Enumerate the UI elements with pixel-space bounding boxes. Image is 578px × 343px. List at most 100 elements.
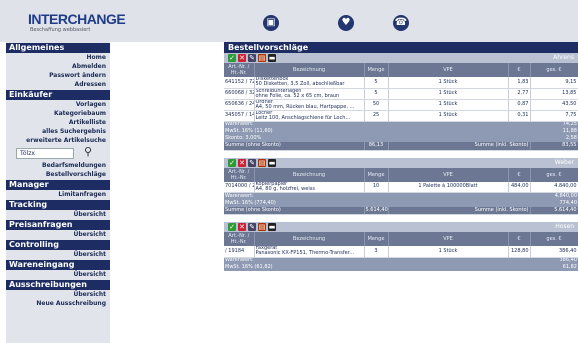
sidebar-section-title: Allgemeines: [6, 43, 110, 53]
page-title: Bestellvorschläge: [224, 42, 578, 53]
edit-icon[interactable]: ✎: [248, 158, 256, 167]
column-header[interactable]: €: [508, 167, 531, 182]
shopping-icon[interactable]: ▣: [263, 15, 279, 31]
delete-icon[interactable]: ✕: [238, 223, 246, 231]
quantity[interactable]: 5: [364, 77, 389, 89]
print-icon[interactable]: ▤: [258, 54, 266, 62]
sidebar-item[interactable]: Vorlagen: [6, 100, 110, 109]
logo[interactable]: INTERCHANGE Beschaffung webbasiert: [28, 11, 126, 40]
quantity[interactable]: 5: [364, 88, 389, 100]
delete-icon[interactable]: ✕: [238, 54, 246, 62]
column-header[interactable]: ges. €: [530, 63, 578, 77]
heart-icon[interactable]: ♥: [338, 15, 354, 31]
column-header[interactable]: Menge: [364, 63, 389, 77]
quantity[interactable]: 50: [364, 99, 389, 111]
accept-icon[interactable]: ✓: [228, 54, 236, 62]
table-row[interactable]: 7014000 / 2414KopierpapierA4, 80 g, holz…: [224, 181, 578, 193]
sidebar-item[interactable]: Bestellvorschläge: [6, 170, 110, 179]
total-value-2: 5.614,40: [530, 206, 578, 215]
column-header[interactable]: VPE: [388, 63, 509, 77]
sidebar-item[interactable]: Abmelden: [6, 62, 110, 71]
sidebar-item[interactable]: Passwort ändern: [6, 71, 110, 80]
sidebar-item[interactable]: Übersicht: [6, 270, 110, 279]
column-header[interactable]: Bezeichnung: [254, 232, 365, 246]
table-header-row: Art.-Nr. / Ht.-Nr. Bezeichnung Menge VPE € ge…: [224, 167, 578, 182]
search-icon[interactable]: ⚲: [84, 145, 92, 158]
table-row[interactable]: 660068 / 3278Schreibunterlagenohne Folie…: [224, 88, 578, 100]
delete-icon[interactable]: ✕: [238, 158, 246, 167]
sidebar-item[interactable]: Bedarfsmeldungen: [6, 161, 110, 170]
summary-value: 61,82: [530, 264, 578, 271]
column-header[interactable]: ges. €: [530, 232, 578, 246]
article-number: 345057 / 14675: [224, 110, 255, 122]
supplier-name: Hosen: [555, 223, 574, 230]
total-price: 386,40: [530, 246, 578, 258]
sidebar-item[interactable]: Übersicht: [6, 250, 110, 259]
phone-icon[interactable]: ☎: [393, 15, 409, 31]
print-icon[interactable]: ▤: [258, 223, 266, 231]
column-header[interactable]: Menge: [364, 232, 389, 246]
description-cell: Kopierpapier A4, 80 g, holzfrei, weiss: [254, 181, 365, 193]
sidebar-item[interactable]: Kategoriebaum: [6, 109, 110, 118]
logo-text: INTERCHANGE: [28, 11, 126, 27]
column-header[interactable]: Bezeichnung: [254, 63, 365, 77]
column-header[interactable]: VPE: [388, 232, 509, 246]
total-row: Summe (ohne Skonto) 5.614,40 Summe (inkl. …: [224, 206, 578, 215]
search-row: Tölzx ⚲: [6, 145, 110, 161]
sidebar-item[interactable]: Übersicht: [6, 230, 110, 239]
table-row[interactable]: / 19184 Faxgerät Panasonic KX-FP151, Therm…: [224, 246, 578, 258]
sidebar-item[interactable]: Übersicht: [6, 210, 110, 219]
export-icon[interactable]: ▬: [268, 54, 276, 62]
column-header[interactable]: Bezeichnung: [254, 167, 365, 182]
description-cell: Schreibunterlagen ohne Folie, ca. 52 x 65…: [254, 88, 365, 100]
export-icon[interactable]: ▬: [268, 158, 276, 167]
total-label-text: Summe: [225, 206, 245, 213]
column-header[interactable]: €: [508, 232, 531, 246]
export-icon[interactable]: ▬: [268, 223, 276, 231]
package-unit: 1 Stück: [388, 99, 509, 111]
table-row[interactable]: 641152 / 72 Diskettenbox 50 Disketten, 3,5…: [224, 77, 578, 89]
accept-icon[interactable]: ✓: [228, 158, 236, 167]
sidebar-item[interactable]: Home: [6, 53, 110, 62]
sidebar-nav: Allgemeines Home Abmelden Passwort ändern Ad…: [6, 42, 110, 343]
column-header[interactable]: ges. €: [530, 167, 578, 182]
accept-icon[interactable]: ✓: [228, 223, 236, 231]
total-label-2: Summe (inkl. Skonto): [388, 142, 531, 151]
table-header-row: Art.-Nr. / Ht.-Nr. Bezeichnung Menge VPE € ge…: [224, 63, 578, 77]
summary-row: MwSt. 16% (61,82) 61,82: [224, 264, 578, 271]
summary-value: 774,40: [530, 199, 578, 207]
item-detail: 50 Disketten, 3,5 Zoll, abschließbar: [255, 81, 345, 88]
sidebar-item[interactable]: Übersicht: [6, 290, 110, 299]
table-row[interactable]: 345057 / 14675LocherLeitz 100, Anschlags…: [224, 110, 578, 122]
sidebar-item[interactable]: Neue Ausschreibung: [6, 299, 110, 308]
order-table: Art.-Nr. / Ht.-Nr. Bezeichnung Menge VPE € ge…: [224, 232, 578, 271]
column-header[interactable]: VPE: [388, 167, 509, 182]
edit-icon[interactable]: ✎: [248, 223, 256, 231]
column-header[interactable]: €: [508, 63, 531, 77]
article-number: 650636 / 2402: [224, 99, 255, 111]
item-detail: ohne Folie, ca. 52 x 65 cm, braun: [255, 92, 340, 99]
sidebar-item[interactable]: Limitanfragen: [6, 190, 110, 199]
column-header[interactable]: Menge: [364, 167, 389, 182]
table-row[interactable]: 650636 / 2402OrdnerA4, 50 mm, Rücken bla…: [224, 99, 578, 111]
quantity[interactable]: 3: [364, 246, 389, 258]
search-input[interactable]: Tölzx: [16, 148, 74, 159]
quantity[interactable]: 10: [364, 181, 389, 193]
total-label-sub: (ohne Skonto): [245, 142, 281, 149]
sidebar-item[interactable]: erweiterte Artikelsuche: [6, 136, 110, 145]
print-icon[interactable]: ▤: [258, 158, 266, 167]
sidebar-item[interactable]: Artikelliste: [6, 118, 110, 127]
summary-value: 2,58: [530, 135, 578, 142]
column-header[interactable]: Art.-Nr. / Ht.-Nr.: [224, 232, 255, 246]
sidebar-item[interactable]: alles Suchergebnis: [6, 127, 110, 136]
edit-icon[interactable]: ✎: [248, 54, 256, 62]
total-price: 4.840,00: [530, 181, 578, 193]
sidebar-item[interactable]: Adressen: [6, 80, 110, 89]
column-header[interactable]: Art.-Nr. / Ht.-Nr.: [224, 63, 255, 77]
quantity[interactable]: 25: [364, 110, 389, 122]
total-price: 7,75: [530, 110, 578, 122]
summary-label: Warenwert:: [224, 257, 530, 264]
column-header[interactable]: Art.-Nr. / Ht.-Nr.: [224, 167, 255, 182]
